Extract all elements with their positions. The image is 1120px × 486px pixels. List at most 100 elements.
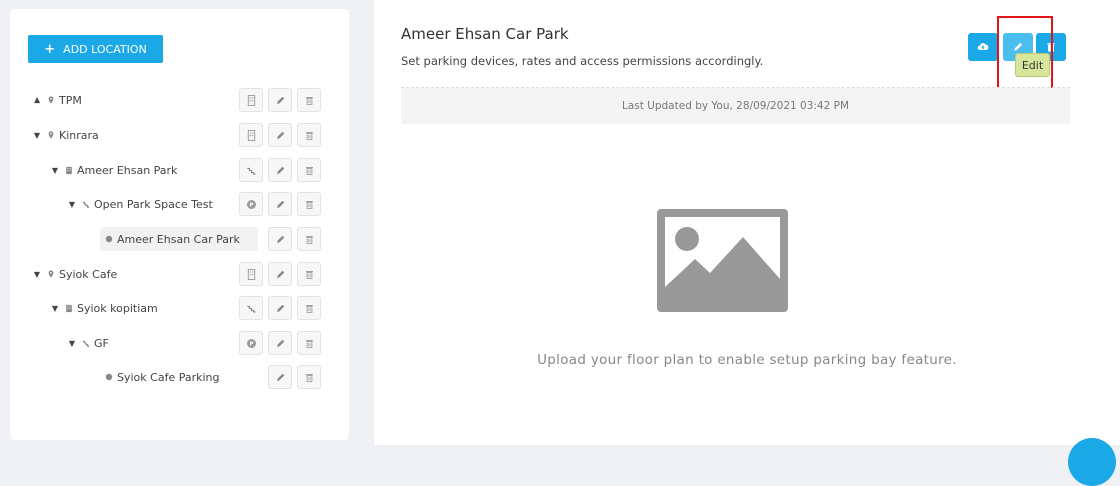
dot-icon xyxy=(104,373,113,381)
edit-icon xyxy=(276,339,284,347)
trash-icon xyxy=(305,270,313,279)
pin-icon xyxy=(46,131,55,139)
edit-action-button[interactable] xyxy=(268,158,292,182)
trash-action-button[interactable] xyxy=(297,331,321,355)
tree-node[interactable]: ▼ TPM xyxy=(32,88,82,112)
dot-icon xyxy=(104,235,113,243)
plus-icon: + xyxy=(44,41,56,57)
tree-node-label: Syiok kopitiam xyxy=(77,301,158,315)
trash-action-button[interactable] xyxy=(297,123,321,147)
edit-action-button[interactable] xyxy=(268,88,292,112)
stairs-icon xyxy=(246,167,256,174)
building-action-button[interactable] xyxy=(239,88,263,112)
upload-floor-plan-button[interactable] xyxy=(968,33,998,61)
svg-text:P: P xyxy=(249,202,253,208)
edit-action-button[interactable] xyxy=(268,365,292,389)
tree-node-label: Open Park Space Test xyxy=(94,197,213,211)
page-subtitle: Set parking devices, rates and access pe… xyxy=(401,54,764,68)
edit-action-button[interactable] xyxy=(268,123,292,147)
tree-node-label: Syiok Cafe xyxy=(59,267,118,281)
caret-toggle-icon[interactable]: ▼ xyxy=(32,270,42,279)
stairs-icon xyxy=(81,339,90,347)
edit-icon xyxy=(276,200,284,208)
trash-icon xyxy=(305,200,313,209)
trash-icon xyxy=(305,96,313,105)
caret-toggle-icon[interactable]: ▼ xyxy=(50,166,60,175)
parking-action-button[interactable]: P xyxy=(239,331,263,355)
parking-action-button[interactable]: P xyxy=(239,192,263,216)
building-icon xyxy=(64,166,73,175)
edit-icon xyxy=(276,304,284,312)
trash-icon xyxy=(305,131,313,140)
building-action-button[interactable] xyxy=(239,262,263,286)
trash-action-button[interactable] xyxy=(297,365,321,389)
trash-icon xyxy=(305,166,313,175)
caret-toggle-icon[interactable]: ▼ xyxy=(32,96,42,105)
add-location-button[interactable]: + ADD LOCATION xyxy=(28,35,163,63)
edit-icon xyxy=(276,235,284,243)
tree-node[interactable]: ▼ Open Park Space Test xyxy=(67,192,213,216)
edit-icon xyxy=(276,131,284,139)
building-action-button[interactable] xyxy=(239,123,263,147)
caret-toggle-icon[interactable]: ▼ xyxy=(32,131,42,140)
tree-node[interactable]: Ameer Ehsan Car Park xyxy=(100,227,258,251)
stairs-action-button[interactable] xyxy=(239,158,263,182)
tree-node-label: GF xyxy=(94,336,109,350)
location-tree-panel: + ADD LOCATION ▼ TPM ▼ Kinrara ▼ Ameer Ehsan … xyxy=(10,9,349,440)
building-icon xyxy=(247,94,255,106)
image-placeholder-icon xyxy=(657,209,788,312)
caret-toggle-icon[interactable]: ▼ xyxy=(50,304,60,313)
edit-tooltip: Edit xyxy=(1015,53,1050,77)
edit-icon xyxy=(276,373,284,381)
trash-action-button[interactable] xyxy=(297,227,321,251)
parking-icon: P xyxy=(246,199,256,209)
stairs-icon xyxy=(81,200,90,208)
edit-action-button[interactable] xyxy=(268,262,292,286)
tree-row: ▼ Ameer Ehsan Park xyxy=(10,158,349,182)
trash-action-button[interactable] xyxy=(297,158,321,182)
caret-toggle-icon[interactable]: ▼ xyxy=(67,200,77,209)
tree-node[interactable]: ▼ Kinrara xyxy=(32,123,99,147)
trash-icon xyxy=(305,339,313,348)
last-updated-bar: Last Updated by You, 28/09/2021 03:42 PM xyxy=(401,88,1070,124)
edit-action-button[interactable] xyxy=(268,227,292,251)
tree-node[interactable]: ▼ Syiok Cafe xyxy=(32,262,117,286)
tree-row: ▼ GF P xyxy=(10,331,349,355)
tree-node[interactable]: Syiok Cafe Parking xyxy=(100,365,220,389)
trash-icon xyxy=(305,304,313,313)
edit-action-button[interactable] xyxy=(268,192,292,216)
page-title: Ameer Ehsan Car Park xyxy=(401,25,569,43)
trash-action-button[interactable] xyxy=(297,262,321,286)
tree-node-label: Ameer Ehsan Car Park xyxy=(117,232,240,246)
edit-action-button[interactable] xyxy=(268,296,292,320)
caret-toggle-icon[interactable]: ▼ xyxy=(67,339,77,348)
last-updated-text: Last Updated by You, 28/09/2021 03:42 PM xyxy=(621,100,850,112)
help-chat-button[interactable] xyxy=(1068,438,1116,486)
stairs-icon xyxy=(246,305,256,312)
tree-node[interactable]: ▼ Syiok kopitiam xyxy=(50,296,158,320)
tree-node-label: Syiok Cafe Parking xyxy=(117,370,220,384)
trash-action-button[interactable] xyxy=(297,88,321,112)
trash-action-button[interactable] xyxy=(297,296,321,320)
tree-row: Syiok Cafe Parking xyxy=(10,365,349,389)
tree-node-label: Ameer Ehsan Park xyxy=(77,163,178,177)
trash-icon xyxy=(305,373,313,382)
building-icon xyxy=(64,304,73,313)
tree-node[interactable]: ▼ GF xyxy=(67,331,109,355)
tree-row: ▼ TPM xyxy=(10,88,349,112)
edit-icon xyxy=(276,166,284,174)
edit-icon xyxy=(276,96,284,104)
tree-row: ▼ Open Park Space Test P xyxy=(10,192,349,216)
tree-row: ▼ Kinrara xyxy=(10,123,349,147)
stairs-action-button[interactable] xyxy=(239,296,263,320)
pin-icon xyxy=(46,270,55,278)
tree-node[interactable]: ▼ Ameer Ehsan Park xyxy=(50,158,178,182)
edit-action-button[interactable] xyxy=(268,331,292,355)
tree-row: ▼ Syiok Cafe xyxy=(10,262,349,286)
detail-panel: Ameer Ehsan Car Park Set parking devices… xyxy=(374,0,1120,445)
edit-icon xyxy=(276,270,284,278)
trash-action-button[interactable] xyxy=(297,192,321,216)
trash-icon xyxy=(305,235,313,244)
parking-icon: P xyxy=(246,338,256,348)
pin-icon xyxy=(46,96,55,104)
